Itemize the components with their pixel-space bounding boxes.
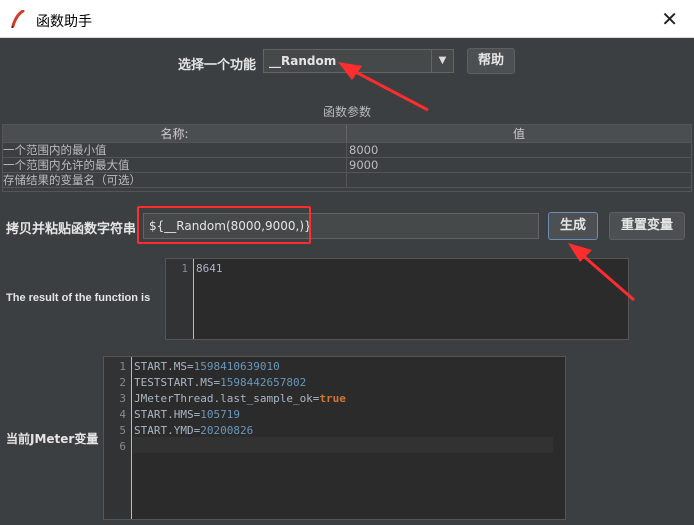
- variable-line: JMeterThread.last_sample_ok=true: [134, 392, 346, 405]
- reset-variables-button[interactable]: 重置变量: [609, 212, 685, 240]
- variable-key: JMeterThread.last_sample_ok=: [134, 392, 320, 405]
- variable-value: true: [319, 392, 346, 405]
- param-name-cell: 一个范围内的最小值: [3, 143, 347, 157]
- title-bar: 函数助手 ✕: [0, 0, 694, 38]
- jmeter-variables-label: 当前JMeter变量: [6, 432, 99, 446]
- line-number: 5: [119, 424, 126, 437]
- feather-icon: [11, 10, 25, 28]
- param-value-cell[interactable]: 8000: [347, 143, 691, 157]
- variable-value: 1598442657802: [220, 376, 307, 389]
- col-header-value: 值: [512, 127, 525, 141]
- function-select-label: 选择一个功能: [178, 58, 257, 73]
- function-string-label: 拷贝并粘贴函数字符串: [6, 222, 137, 237]
- variable-value: 105719: [200, 408, 240, 421]
- col-header-name: 名称:: [3, 125, 347, 142]
- help-button[interactable]: 帮助: [467, 48, 515, 74]
- current-line-highlight: [133, 437, 553, 453]
- window-title: 函数助手: [36, 14, 92, 30]
- table-row[interactable]: 存储结果的变量名（可选）: [3, 173, 691, 188]
- variable-key: START.HMS=: [134, 408, 201, 421]
- params-table-header: 名称: 值: [3, 125, 691, 143]
- variable-line: TESTSTART.MS=1598442657802: [134, 376, 306, 389]
- function-string-field[interactable]: [143, 213, 539, 239]
- param-name-cell: 存储结果的变量名（可选）: [3, 173, 347, 187]
- line-number-gutter: 1 2 3 4 5 6: [104, 357, 132, 519]
- table-row[interactable]: 一个范围内允许的最大值 9000: [3, 158, 691, 173]
- line-number: 1: [119, 360, 126, 373]
- variable-value: 1598410639010: [193, 360, 280, 373]
- variable-line: START.MS=1598410639010: [134, 360, 280, 373]
- function-select-value: __Random: [269, 54, 337, 68]
- line-number: 3: [119, 392, 126, 405]
- result-value: 8641: [196, 262, 223, 275]
- param-name-cell: 一个范围内允许的最大值: [3, 158, 347, 172]
- chevron-down-icon[interactable]: ▼: [431, 50, 453, 72]
- function-selector-row: 选择一个功能 __Random ▼ 帮助: [0, 48, 694, 76]
- result-editor[interactable]: 1 8641: [165, 258, 629, 340]
- params-section-title: 函数参数: [322, 105, 371, 119]
- param-value-cell[interactable]: 9000: [347, 158, 691, 172]
- line-number: 4: [119, 408, 126, 421]
- table-row[interactable]: 一个范围内的最小值 8000: [3, 143, 691, 158]
- variable-key: START.MS=: [134, 360, 194, 373]
- variable-value: 20200826: [200, 424, 254, 437]
- function-string-input[interactable]: [144, 214, 538, 238]
- line-number: 1: [181, 262, 188, 275]
- variables-editor[interactable]: 1 2 3 4 5 6 START.MS=1598410639010 TESTS…: [103, 356, 566, 520]
- line-number: 2: [119, 376, 126, 389]
- params-table: 名称: 值 一个范围内的最小值 8000 一个范围内允许的最大值 9000 存储…: [2, 124, 692, 192]
- variable-key: START.YMD=: [134, 424, 201, 437]
- variable-line: START.HMS=105719: [134, 408, 240, 421]
- line-number-gutter: 1: [166, 259, 194, 339]
- generate-button[interactable]: 生成: [548, 212, 598, 240]
- function-select[interactable]: __Random ▼: [263, 49, 454, 73]
- result-label: The result of the function is: [6, 292, 151, 304]
- param-value-cell[interactable]: [347, 173, 691, 187]
- line-number: 6: [119, 440, 126, 453]
- close-icon[interactable]: ✕: [661, 7, 678, 31]
- variable-key: TESTSTART.MS=: [134, 376, 221, 389]
- variable-line: START.YMD=20200826: [134, 424, 253, 437]
